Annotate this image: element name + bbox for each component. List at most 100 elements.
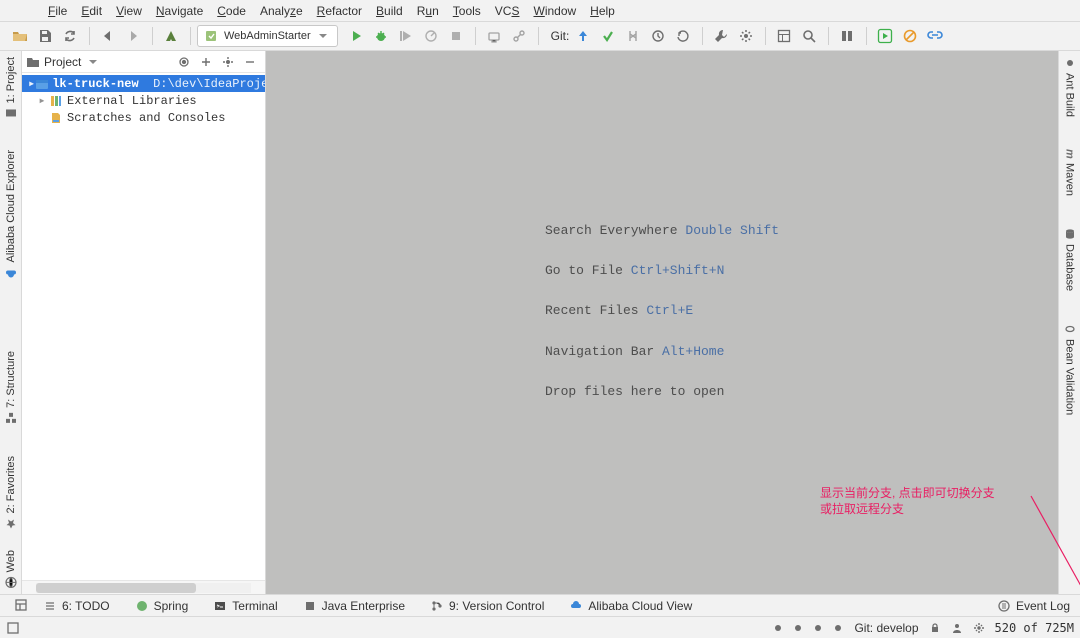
menu-tools[interactable]: Tools	[449, 4, 485, 18]
attach-debugger-icon[interactable]	[482, 25, 506, 47]
tw-spring[interactable]: Spring	[136, 599, 189, 613]
tw-structure[interactable]: 7: Structure	[3, 345, 19, 430]
tip-key: Alt+Home	[662, 344, 724, 359]
collapse-all-icon[interactable]	[195, 52, 217, 72]
menu-build[interactable]: Build	[372, 4, 407, 18]
vcs-icon	[431, 600, 443, 612]
cloud-icon	[5, 266, 17, 278]
tw-web[interactable]: Web	[3, 544, 19, 594]
gear-icon[interactable]	[973, 622, 985, 634]
annotation-text: 显示当前分支, 点击即可切换分支 或拉取远程分支	[820, 485, 1020, 517]
wrench-icon[interactable]	[709, 25, 733, 47]
tip-text: Recent Files	[545, 303, 639, 318]
globe-icon	[5, 576, 17, 588]
git-update-icon[interactable]	[571, 25, 595, 47]
memory-indicator[interactable]: 520 of 725M	[995, 621, 1074, 635]
tw-alibaba-cloud-explorer-label: Alibaba Cloud Explorer	[5, 150, 17, 263]
tw-ant-build[interactable]: Ant Build	[1062, 51, 1078, 123]
git-history-icon[interactable]	[646, 25, 670, 47]
tree-item-name: Scratches and Consoles	[67, 111, 225, 125]
git-branch-status[interactable]: Git: develop	[854, 621, 918, 635]
menu-edit[interactable]: Edit	[77, 4, 106, 18]
menu-analyze[interactable]: Analyze	[256, 4, 307, 18]
tw-database-label: Database	[1064, 244, 1076, 291]
tw-terminal[interactable]: Terminal	[214, 599, 277, 613]
tw-java-enterprise[interactable]: Java Enterprise	[304, 599, 405, 613]
menu-help[interactable]: Help	[586, 4, 619, 18]
status-toolwindows-icon[interactable]	[6, 621, 20, 635]
tw-maven[interactable]: m Maven	[1062, 143, 1078, 202]
hide-panel-icon[interactable]	[239, 52, 261, 72]
thread-dump-icon[interactable]	[835, 25, 859, 47]
run-config-label: WebAdminStarter	[224, 30, 311, 42]
menu-run[interactable]: Run	[413, 4, 443, 18]
panel-settings-icon[interactable]	[217, 52, 239, 72]
open-icon[interactable]	[8, 25, 32, 47]
project-structure-icon[interactable]	[772, 25, 796, 47]
toolwindow-quickaccess-icon[interactable]	[14, 598, 28, 612]
tw-label: 6: TODO	[62, 599, 110, 613]
run-config-dropdown[interactable]: WebAdminStarter	[197, 25, 338, 47]
tw-maven-label: Maven	[1064, 163, 1076, 196]
todo-icon	[44, 600, 56, 612]
sync-icon[interactable]	[58, 25, 82, 47]
scratch-icon	[48, 111, 64, 125]
tw-event-log[interactable]: Event Log	[998, 599, 1070, 613]
menu-vcs[interactable]: VCS	[491, 4, 524, 18]
git-commit-icon[interactable]	[596, 25, 620, 47]
spring-boot-icon	[204, 29, 218, 43]
tw-bean-validation[interactable]: Bean Validation	[1062, 317, 1078, 421]
git-revert-icon[interactable]	[671, 25, 695, 47]
tree-item-scratches[interactable]: Scratches and Consoles	[22, 109, 265, 126]
tw-alibaba-cloud-view[interactable]: Alibaba Cloud View	[570, 599, 692, 613]
tw-todo[interactable]: 6: TODO	[44, 599, 110, 613]
tip-text: Navigation Bar	[545, 344, 654, 359]
select-opened-file-icon[interactable]	[173, 52, 195, 72]
menu-navigate[interactable]: Navigate	[152, 4, 207, 18]
tip-text: Search Everywhere	[545, 223, 678, 238]
tree-item-external-libraries[interactable]: ▸ External Libraries	[22, 92, 265, 109]
menu-refactor[interactable]: Refactor	[313, 4, 366, 18]
debug-icon[interactable]	[369, 25, 393, 47]
bean-icon	[1064, 323, 1076, 335]
status-bar: Git: develop 520 of 725M	[0, 616, 1080, 638]
tw-alibaba-cloud-explorer[interactable]: Alibaba Cloud Explorer	[3, 144, 19, 285]
tw-project[interactable]: 1: Project	[3, 51, 19, 125]
settings-icon[interactable]	[734, 25, 758, 47]
stop-icon[interactable]	[444, 25, 468, 47]
back-icon[interactable]	[96, 25, 120, 47]
tw-version-control[interactable]: 9: Version Control	[431, 599, 544, 613]
project-tree[interactable]: ▸ lk-truck-new D:\dev\IdeaProjects\l ▸ E…	[22, 73, 265, 126]
forward-icon[interactable]	[121, 25, 145, 47]
git-compare-icon[interactable]	[621, 25, 645, 47]
alibaba-block-icon[interactable]	[898, 25, 922, 47]
alibaba-link-icon[interactable]	[923, 25, 947, 47]
build-icon[interactable]	[159, 25, 183, 47]
chevron-down-icon	[317, 30, 329, 42]
tree-item-module[interactable]: ▸ lk-truck-new D:\dev\IdeaProjects\l	[22, 75, 265, 92]
save-all-icon[interactable]	[33, 25, 57, 47]
tree-item-name: lk-truck-new	[52, 77, 138, 91]
trace-icon[interactable]	[507, 25, 531, 47]
search-icon[interactable]	[797, 25, 821, 47]
lock-icon[interactable]	[929, 622, 941, 634]
run-coverage-icon[interactable]	[394, 25, 418, 47]
module-icon	[35, 77, 49, 91]
menu-window[interactable]: Window	[529, 4, 580, 18]
ant-icon	[1064, 57, 1076, 69]
hector-icon[interactable]	[951, 622, 963, 634]
event-log-icon	[998, 600, 1010, 612]
menu-file[interactable]: File	[44, 4, 71, 18]
tip-key: Ctrl+Shift+N	[631, 263, 725, 278]
panel-scrollbar[interactable]	[22, 580, 265, 594]
folder-icon	[26, 55, 40, 69]
alibaba-inspect-run-icon[interactable]	[873, 25, 897, 47]
menu-view[interactable]: View	[112, 4, 146, 18]
menu-code[interactable]: Code	[213, 4, 250, 18]
chevron-down-icon[interactable]	[87, 56, 99, 68]
run-icon[interactable]	[344, 25, 368, 47]
tw-favorites[interactable]: 2: Favorites	[3, 450, 19, 535]
tw-database[interactable]: Database	[1062, 222, 1078, 297]
profile-icon[interactable]	[419, 25, 443, 47]
annotation-line: 显示当前分支, 点击即可切换分支	[820, 485, 1020, 501]
